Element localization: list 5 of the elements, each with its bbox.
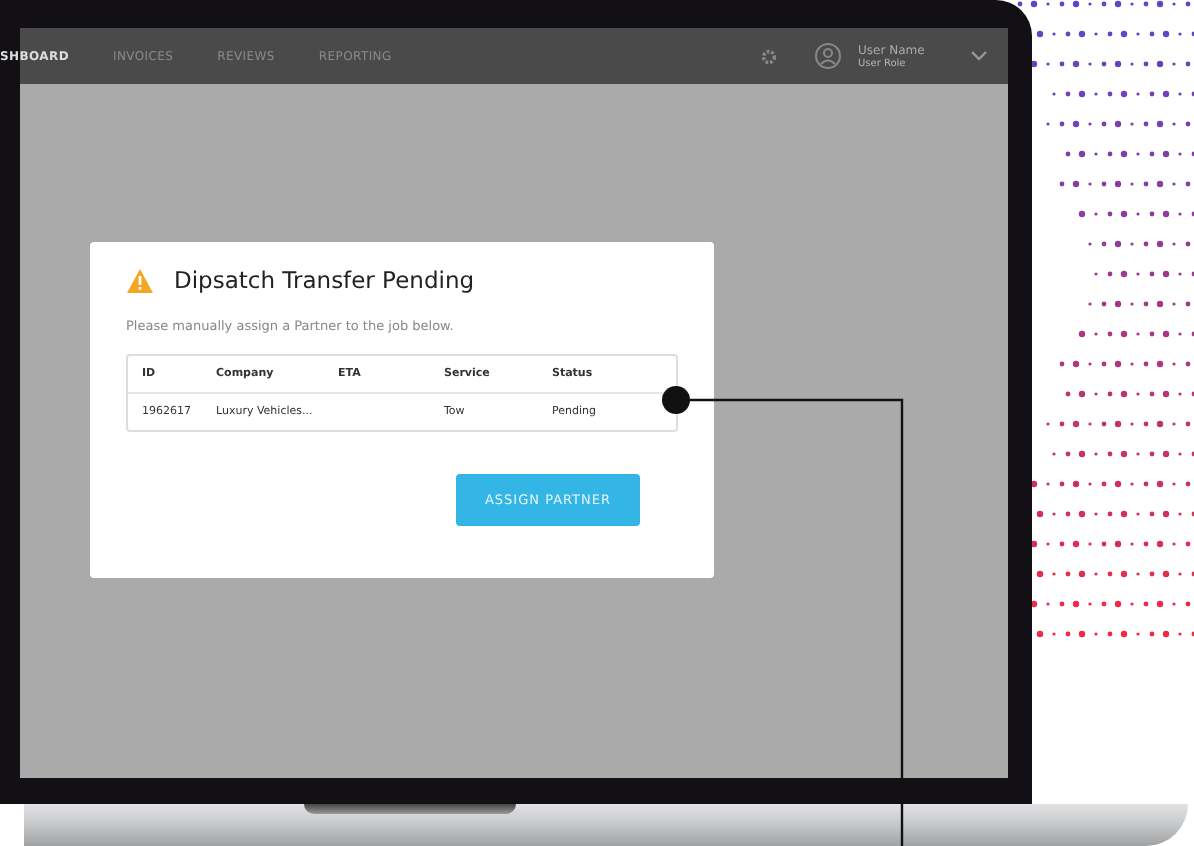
warning-icon (126, 267, 154, 293)
settings-icon[interactable] (760, 47, 778, 65)
chevron-down-icon[interactable] (970, 50, 988, 62)
user-avatar-icon[interactable] (814, 42, 842, 70)
dialog-title: Dipsatch Transfer Pending (174, 266, 475, 294)
